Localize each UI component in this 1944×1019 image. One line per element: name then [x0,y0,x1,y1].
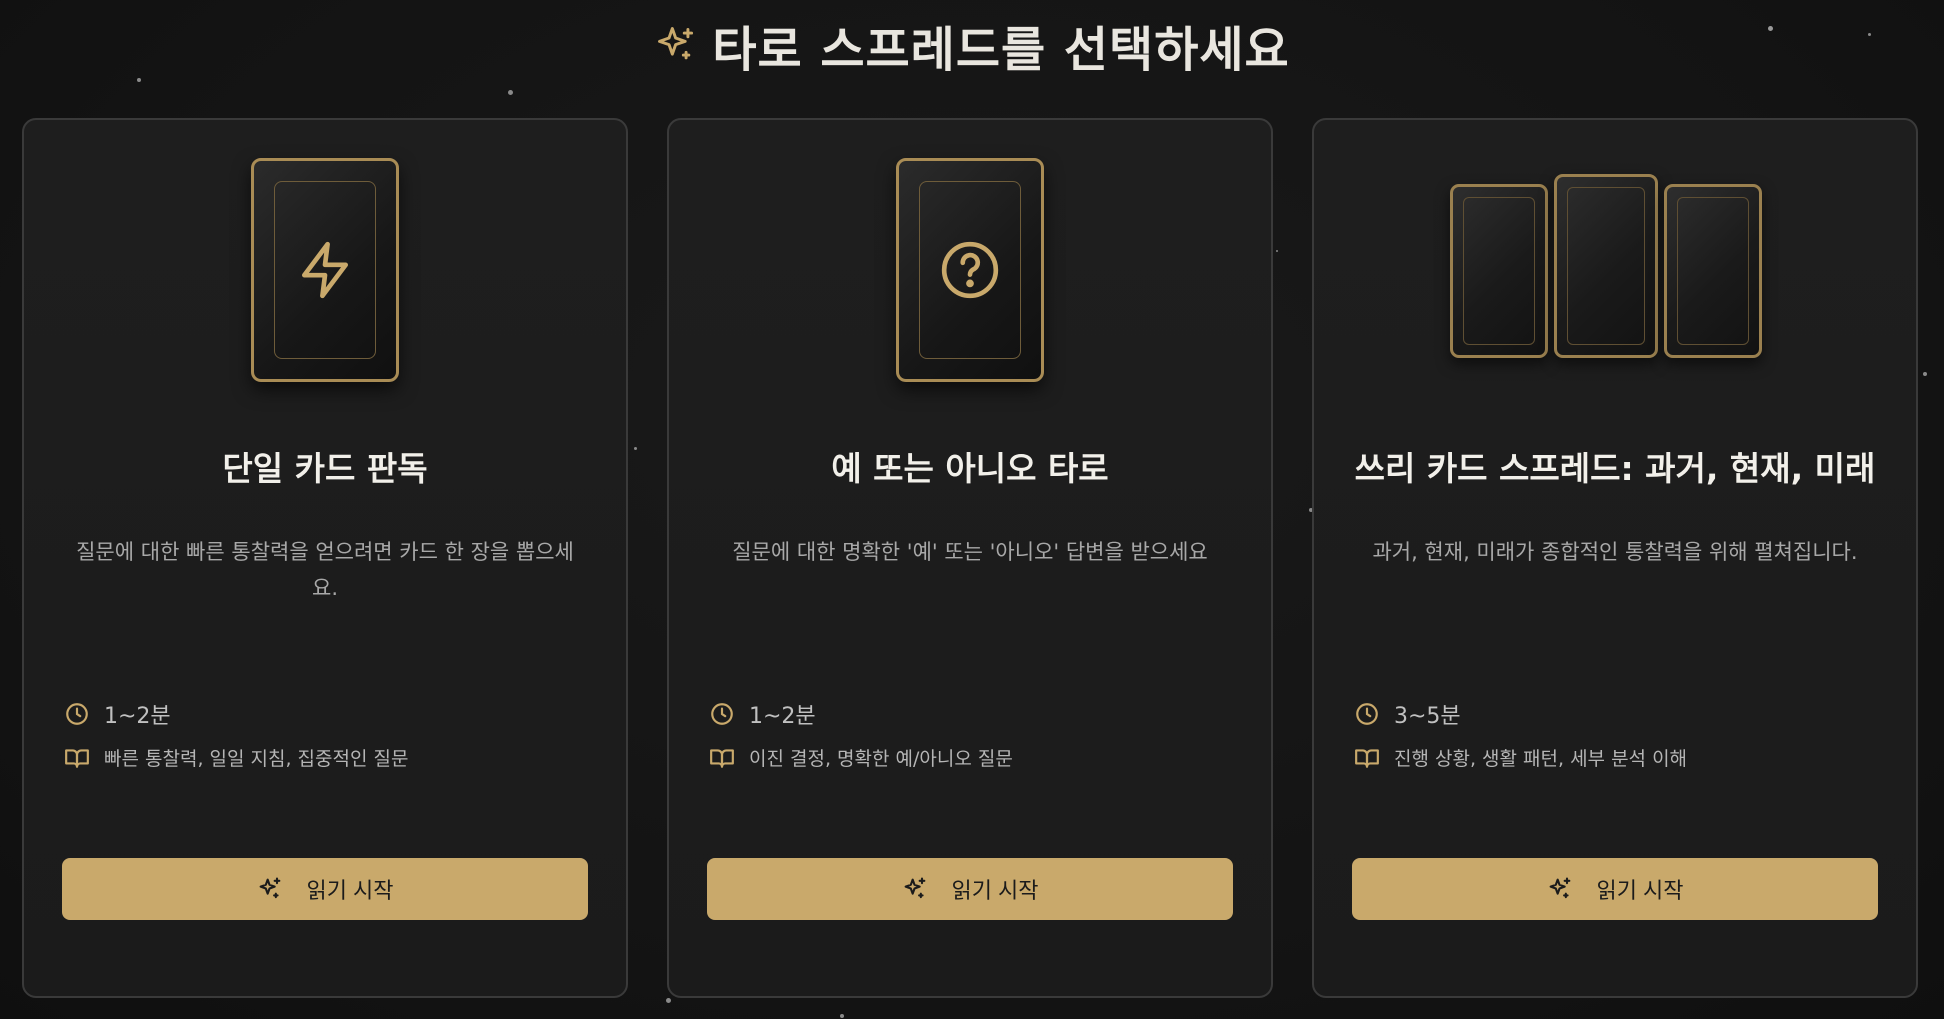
background-star [666,998,671,1003]
start-reading-label: 읽기 시작 [1596,878,1684,903]
best-for-text: 빠른 통찰력, 일일 지침, 집중적인 질문 [104,748,409,770]
background-star [1923,372,1927,376]
sparkles-icon [1550,877,1571,899]
duration-text: 3~5분 [1394,704,1461,729]
card-art [24,158,626,388]
tarot-spread-page: 타로 스프레드를 선택하세요 단일 카드 판독 질문에 대한 빠른 통찰력을 얻… [0,0,1944,1019]
sparkles-icon [905,877,926,899]
card-title: 쓰리 카드 스프레드: 과거, 현재, 미래 [1354,449,1876,488]
book-open-icon [1355,748,1379,768]
card-art [1314,158,1916,388]
sparkles-icon [658,27,694,60]
card-description: 질문에 대한 빠른 통찰력을 얻으려면 카드 한 장을 뽑으세요. [76,540,574,600]
background-star [508,90,513,95]
start-reading-button[interactable]: 읽기 시작 [1352,858,1878,920]
spread-card-single[interactable]: 단일 카드 판독 질문에 대한 빠른 통찰력을 얻으려면 카드 한 장을 뽑으세… [22,118,628,998]
question-circle-icon [941,241,999,299]
spread-card-three-card[interactable]: 쓰리 카드 스프레드: 과거, 현재, 미래 과거, 현재, 미래가 종합적인 … [1312,118,1918,998]
clock-icon [66,703,88,725]
start-reading-button[interactable]: 읽기 시작 [62,858,588,920]
tarot-card-illustration [896,158,1044,382]
tarot-card-future [1664,184,1762,358]
spread-card-yes-no[interactable]: 예 또는 아니오 타로 질문에 대한 명확한 '예' 또는 '아니오' 답변을 … [667,118,1273,998]
book-open-icon [65,748,89,768]
card-title: 단일 카드 판독 [222,449,428,488]
page-title: 타로 스프레드를 선택하세요 [0,10,1944,80]
tarot-card-illustration [251,158,399,382]
book-open-icon [710,748,734,768]
card-art [669,158,1271,388]
start-reading-label: 읽기 시작 [306,878,394,903]
duration-text: 1~2분 [749,704,816,729]
start-reading-button[interactable]: 읽기 시작 [707,858,1233,920]
spread-card-list: 단일 카드 판독 질문에 대한 빠른 통찰력을 얻으려면 카드 한 장을 뽑으세… [22,118,1918,998]
card-description: 과거, 현재, 미래가 종합적인 통찰력을 위해 펼쳐집니다. [1372,540,1858,564]
clock-icon [1356,703,1378,725]
best-for-text: 이진 결정, 명확한 예/아니오 질문 [749,748,1013,770]
best-for-text: 진행 상황, 생활 패턴, 세부 분석 이해 [1394,748,1688,770]
best-for-row: 이진 결정, 명확한 예/아니오 질문 [709,744,1241,771]
lightning-icon [302,241,348,299]
tarot-card-present [1554,174,1658,358]
duration-row: 1~2분 [709,698,1241,730]
duration-row: 3~5분 [1354,698,1886,730]
best-for-row: 진행 상황, 생활 패턴, 세부 분석 이해 [1354,744,1886,771]
page-title-text: 타로 스프레드를 선택하세요 [712,22,1290,78]
card-description: 질문에 대한 명확한 '예' 또는 '아니오' 답변을 받으세요 [732,540,1208,564]
best-for-row: 빠른 통찰력, 일일 지침, 집중적인 질문 [64,744,596,771]
sparkles-icon [260,877,281,899]
tarot-card-past [1450,184,1548,358]
duration-text: 1~2분 [104,704,171,729]
duration-row: 1~2분 [64,698,596,730]
three-cards-icon [1450,174,1780,374]
card-title: 예 또는 아니오 타로 [831,449,1109,488]
clock-icon [711,703,733,725]
background-star [840,1014,844,1018]
start-reading-label: 읽기 시작 [951,878,1039,903]
